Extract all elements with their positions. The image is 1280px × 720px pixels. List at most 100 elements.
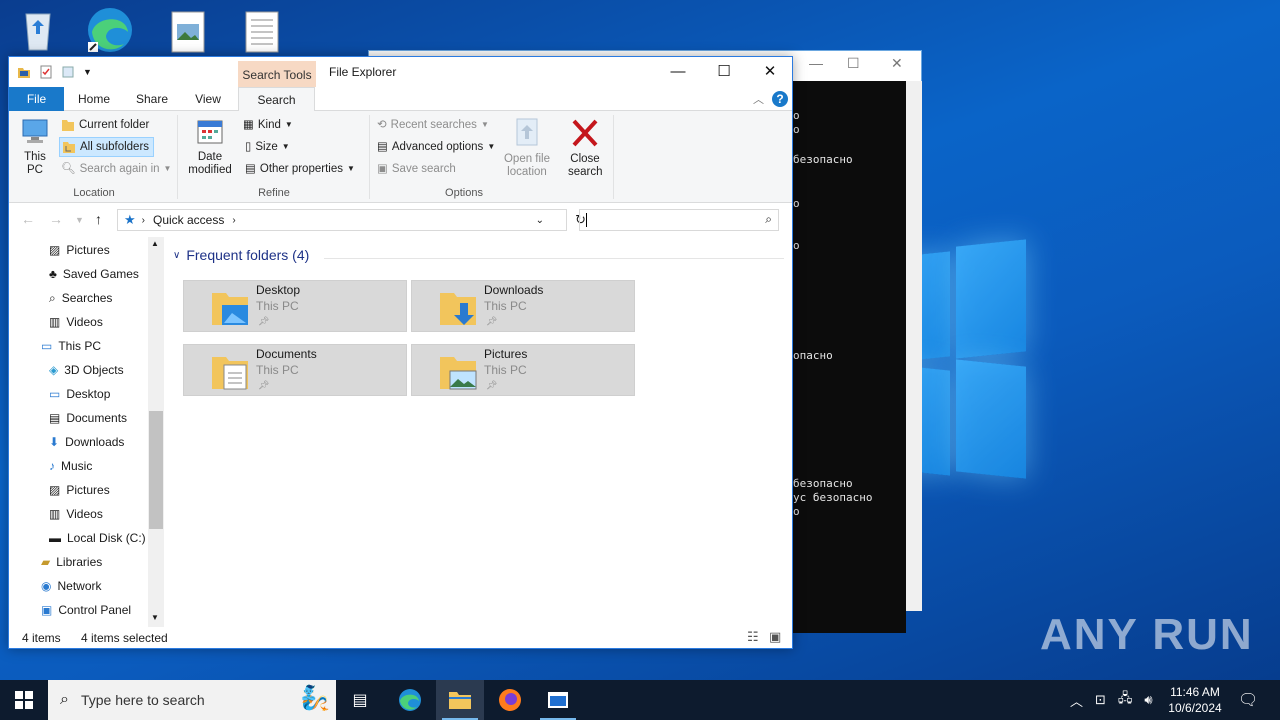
forward-button[interactable]: → [49, 211, 63, 227]
nav-item-this-pc[interactable]: ▭ This PC [41, 335, 101, 357]
taskbar: ⌕ Type here to search 🧞 ▤ ︿ ⊡ 🖧︎ 🔊︎ 11:4… [0, 680, 1280, 720]
text-file-icon[interactable] [238, 8, 286, 56]
open-file-location-button[interactable]: Open file location [499, 117, 555, 179]
edge-icon[interactable] [86, 6, 134, 54]
kind-button[interactable]: ▦ Kind ▼ [243, 115, 293, 135]
file-explorer-taskbar-button[interactable] [436, 680, 484, 720]
notifications-button[interactable]: 🗨︎ [1238, 680, 1258, 720]
search-icon[interactable]: ⌕ [765, 212, 772, 227]
console-scrollbar[interactable] [906, 81, 922, 611]
address-dropdown-icon[interactable]: ⌄ [536, 215, 544, 226]
all-subfolders-button[interactable]: All subfolders [59, 137, 155, 157]
console-maximize-button[interactable]: ☐ [847, 55, 860, 72]
tab-file[interactable]: File [9, 87, 64, 111]
back-button[interactable]: ← [21, 211, 35, 227]
nav-item-music[interactable]: ♪ Music [49, 455, 92, 477]
meet-now-icon[interactable]: ⊡ [1095, 692, 1106, 708]
nav-item-saved-games[interactable]: ♣ Saved Games [49, 263, 139, 285]
nav-item-desktop[interactable]: ▭ Desktop [49, 383, 110, 405]
folder-tile-desktop[interactable]: Desktop This PC 📌︎ [183, 280, 407, 332]
tab-share[interactable]: Share [129, 87, 175, 111]
tab-view[interactable]: View [185, 87, 231, 111]
console-minimize-button[interactable]: — [809, 55, 823, 71]
tab-search[interactable]: Search [238, 87, 315, 112]
recent-searches-button[interactable]: ⟲ Recent searches ▼ [377, 115, 489, 135]
clock[interactable]: 11:46 AM 10/6/2024 [1160, 684, 1230, 716]
breadcrumb-chevron-icon[interactable]: › [232, 215, 235, 226]
clock-time: 11:46 AM [1170, 685, 1220, 699]
collapse-ribbon-icon[interactable]: ︿ [753, 91, 764, 107]
folder-tile-downloads[interactable]: Downloads This PC 📌︎ [411, 280, 635, 332]
recent-searches-label: Recent searches [390, 119, 477, 131]
large-icons-view-icon[interactable]: ▣ [769, 629, 781, 645]
taskbar-search-box[interactable]: ⌕ Type here to search 🧞 [48, 680, 336, 720]
date-modified-button[interactable]: Date modified [181, 117, 239, 177]
search-box[interactable]: ⌕ [579, 209, 779, 231]
scrollbar-thumb[interactable] [149, 411, 163, 529]
scroll-up-icon[interactable]: ▲ [151, 239, 159, 248]
console-taskbar-button[interactable] [534, 680, 582, 720]
minimize-button[interactable]: — [655, 57, 701, 87]
network-status-icon[interactable]: 🖧︎ [1118, 689, 1133, 711]
new-folder-icon[interactable] [61, 65, 75, 79]
scroll-down-icon[interactable]: ▼ [151, 613, 159, 622]
task-view-button[interactable]: ▤ [336, 680, 384, 720]
show-hidden-icons-icon[interactable]: ︿ [1070, 691, 1083, 710]
help-icon[interactable]: ? [772, 91, 788, 107]
nav-pane-scrollbar[interactable]: ▲ ▼ [148, 237, 164, 627]
nav-item-local-disk[interactable]: ▬ Local Disk (C:) [49, 527, 146, 549]
up-button[interactable]: ↑ [95, 211, 102, 227]
title-bar[interactable]: ▼ Search Tools File Explorer — ☐ ✕ [9, 57, 792, 87]
nav-item-searches[interactable]: ⌕ Searches [49, 287, 112, 309]
chevron-down-icon[interactable]: ∨ [173, 250, 180, 261]
folder-tile-documents[interactable]: Documents This PC 📌︎ [183, 344, 407, 396]
recent-locations-button[interactable]: ▼ [75, 215, 84, 225]
address-bar[interactable]: ★ › Quick access › ⌄ ↻ [117, 209, 586, 231]
firefox-taskbar-button[interactable] [486, 680, 534, 720]
maximize-button[interactable]: ☐ [701, 57, 747, 87]
ribbon-separator [177, 115, 178, 199]
advanced-options-button[interactable]: ▤ Advanced options ▼ [377, 137, 495, 157]
tab-home[interactable]: Home [71, 87, 117, 111]
size-button[interactable]: ▯ Size ▼ [245, 137, 290, 157]
nav-item-label: Network [57, 579, 102, 593]
nav-item-libraries[interactable]: ▰ Libraries [41, 551, 102, 573]
ribbon-separator [369, 115, 370, 199]
other-properties-button[interactable]: ▤ Other properties ▼ [245, 159, 355, 179]
console-close-button[interactable]: ✕ [891, 55, 903, 72]
details-view-icon[interactable]: ☷ [747, 629, 759, 645]
current-folder-button[interactable]: Current folder [61, 115, 149, 135]
folder-tile-pictures[interactable]: Pictures This PC 📌︎ [411, 344, 635, 396]
nav-item-documents[interactable]: ▤ Documents [49, 407, 127, 429]
group-divider [324, 258, 784, 259]
close-button[interactable]: ✕ [747, 57, 793, 87]
documents-folder-icon [212, 357, 248, 390]
nav-item-pictures[interactable]: ▨ Pictures [49, 239, 110, 261]
nav-item-control-panel[interactable]: ▣ Control Panel [41, 599, 131, 621]
firefox-icon [499, 689, 521, 711]
image-file-icon[interactable] [164, 8, 212, 56]
breadcrumb-chevron-icon[interactable]: › [142, 215, 145, 226]
frequent-folders-header[interactable]: ∨ Frequent folders (4) [173, 247, 309, 263]
nav-item-pictures[interactable]: ▨ Pictures [49, 479, 110, 501]
this-pc-label: This PC [24, 151, 46, 176]
start-button[interactable] [0, 680, 48, 720]
nav-item-network[interactable]: ◉ Network [41, 575, 102, 597]
recycle-bin-icon[interactable] [14, 6, 62, 54]
nav-item-downloads[interactable]: ⬇ Downloads [49, 431, 124, 453]
folder-icon[interactable] [17, 65, 31, 79]
file-explorer-window[interactable]: ▼ Search Tools File Explorer — ☐ ✕ File … [8, 56, 793, 649]
customize-toolbar-icon[interactable]: ▼ [83, 67, 92, 77]
nav-item-videos[interactable]: ▥ Videos [49, 503, 103, 525]
save-search-button[interactable]: ▣ Save search [377, 159, 456, 179]
properties-icon: ▤ [245, 163, 256, 175]
search-again-in-button[interactable]: 🔍︎ Search again in ▼ [61, 159, 171, 179]
edge-taskbar-button[interactable] [386, 680, 434, 720]
breadcrumb-quick-access[interactable]: Quick access [153, 213, 224, 227]
this-pc-button[interactable]: This PC [17, 117, 53, 177]
nav-item-videos[interactable]: ▥ Videos [49, 311, 103, 333]
close-search-button[interactable]: Close search [565, 117, 605, 179]
properties-icon[interactable] [39, 65, 53, 79]
volume-icon[interactable]: 🔊︎ [1144, 692, 1152, 708]
nav-item-3d-objects[interactable]: ◈ 3D Objects [49, 359, 124, 381]
